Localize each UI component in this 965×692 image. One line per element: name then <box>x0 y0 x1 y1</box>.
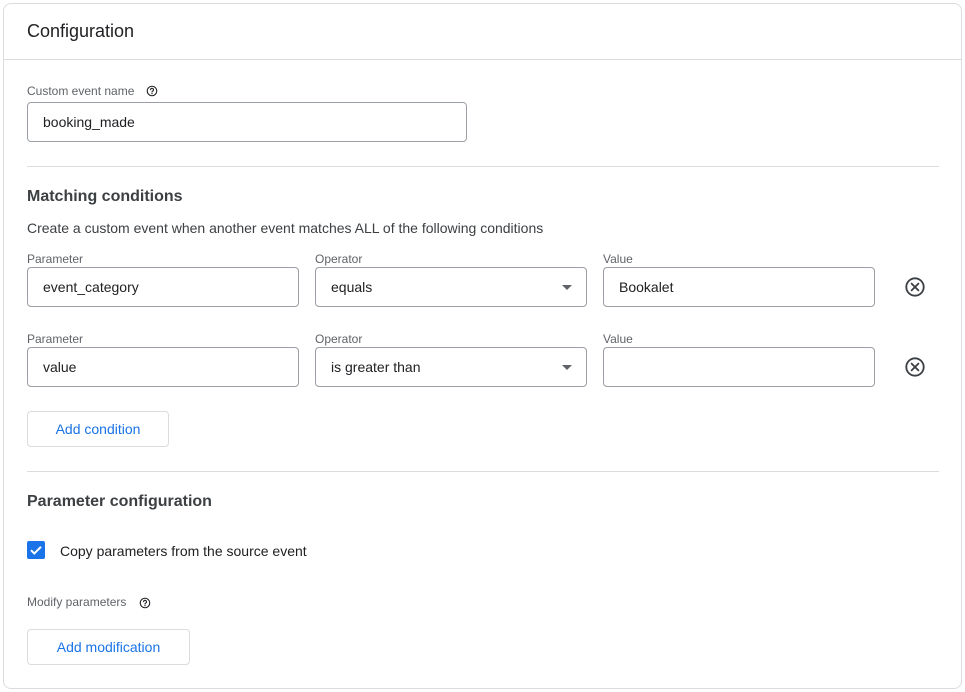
parameter-label: Parameter <box>27 332 84 346</box>
value-label: Value <box>603 252 633 266</box>
add-condition-button[interactable]: Add condition <box>27 411 169 447</box>
matching-conditions-title: Matching conditions <box>27 188 183 205</box>
checkmark-icon <box>30 546 42 555</box>
condition-2-operator-select[interactable]: is greater than <box>315 347 587 387</box>
condition-1-parameter-input[interactable]: event_category <box>27 267 299 307</box>
add-modification-button[interactable]: Add modification <box>27 629 190 665</box>
page-title: Configuration <box>27 21 135 41</box>
condition-1-value-input[interactable]: Bookalet <box>603 267 875 307</box>
help-icon[interactable] <box>139 597 151 609</box>
remove-condition-1-icon[interactable] <box>904 276 926 298</box>
parameter-configuration-title: Parameter configuration <box>27 493 212 510</box>
condition-1-operator-select[interactable]: equals <box>315 267 587 307</box>
dropdown-arrow-icon <box>562 285 572 290</box>
custom-event-name-input[interactable]: booking_made <box>27 102 467 142</box>
copy-parameters-checkbox[interactable] <box>27 541 45 559</box>
modify-parameters-label: Modify parameters <box>27 595 127 609</box>
help-icon[interactable] <box>146 85 158 97</box>
divider <box>27 471 939 472</box>
condition-2-parameter-input[interactable]: value <box>27 347 299 387</box>
condition-2-operator-value: is greater than <box>331 359 421 375</box>
custom-event-name-label: Custom event name <box>27 84 135 98</box>
matching-conditions-description: Create a custom event when another event… <box>27 220 544 236</box>
parameter-label: Parameter <box>27 252 84 266</box>
copy-parameters-label[interactable]: Copy parameters from the source event <box>60 543 307 559</box>
configuration-panel: Configuration Custom event name booking_… <box>3 3 962 689</box>
divider <box>27 166 939 167</box>
condition-2-value-input[interactable] <box>603 347 875 387</box>
dropdown-arrow-icon <box>562 365 572 370</box>
condition-1-operator-value: equals <box>331 279 373 295</box>
operator-label: Operator <box>315 332 363 346</box>
operator-label: Operator <box>315 252 363 266</box>
value-label: Value <box>603 332 633 346</box>
remove-condition-2-icon[interactable] <box>904 356 926 378</box>
panel-header: Configuration <box>4 4 961 60</box>
